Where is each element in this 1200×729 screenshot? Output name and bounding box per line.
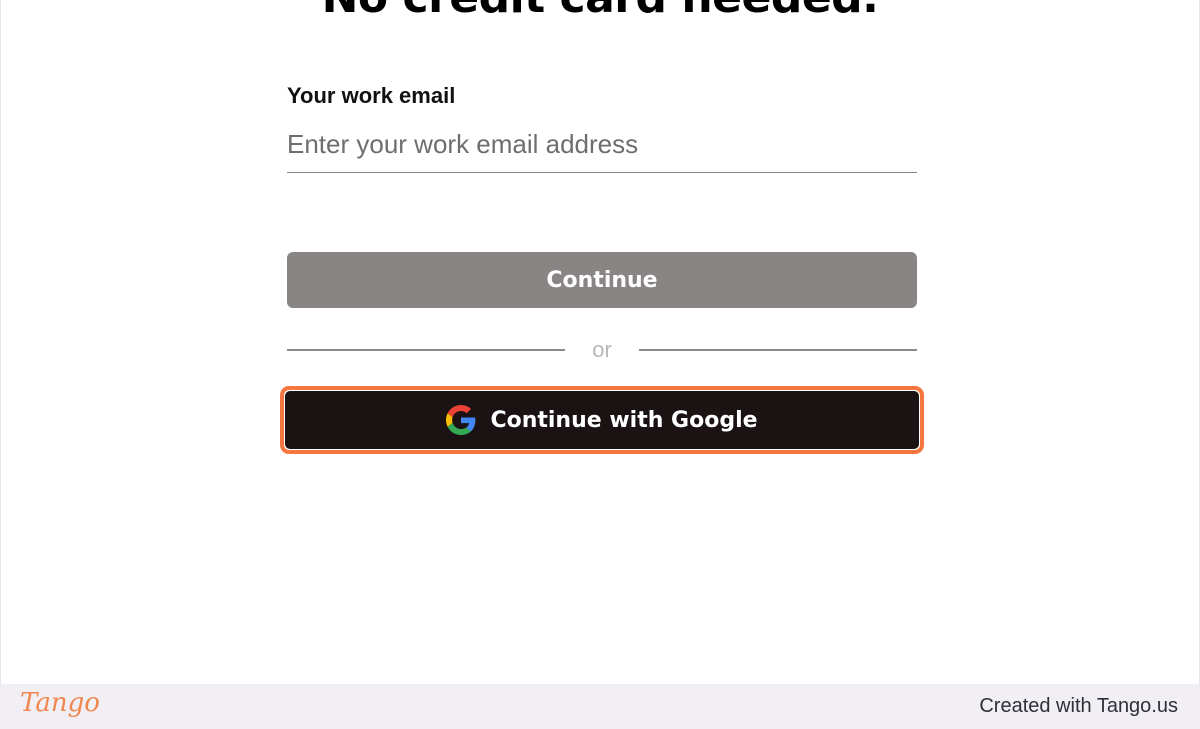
or-divider: or	[287, 336, 917, 364]
created-with-text: Created with Tango.us	[979, 695, 1178, 717]
screenshot-canvas: No credit card needed. Your work email C…	[0, 0, 1200, 729]
continue-button[interactable]: Continue	[287, 252, 917, 308]
page-heading: No credit card needed.	[1, 0, 1199, 23]
highlight-outline: Continue with Google	[280, 386, 924, 454]
google-g-icon	[446, 405, 476, 435]
tango-logo: Tango	[20, 688, 100, 718]
google-button-label: Continue with Google	[490, 407, 758, 433]
divider-line-right	[639, 349, 917, 351]
email-label: Your work email	[287, 83, 456, 108]
continue-with-google-button[interactable]: Continue with Google	[285, 391, 919, 449]
divider-line-left	[287, 349, 565, 351]
email-input[interactable]	[287, 117, 917, 173]
tango-footer: Tango Created with Tango.us	[0, 684, 1200, 729]
signup-form: Your work email Continue or	[280, 80, 924, 454]
divider-text: or	[592, 337, 612, 362]
signup-page: No credit card needed. Your work email C…	[0, 0, 1200, 684]
